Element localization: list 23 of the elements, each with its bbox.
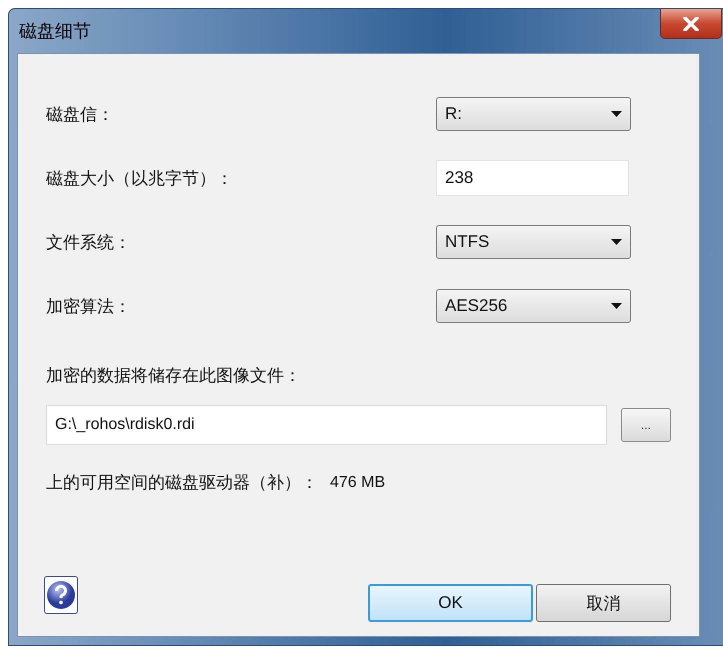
image-file-field[interactable]: G:\_rohos\rdisk0.rdi [46,405,607,445]
free-space-label: 上的可用空间的磁盘驱动器（补）： [46,472,318,494]
dropdown[interactable]: R: [436,97,631,131]
free-space-value: 476 MB [330,474,386,492]
image-file-label: 加密的数据将储存在此图像文件： [46,365,302,387]
default-button[interactable]: OK [368,584,533,622]
help-button[interactable] [44,576,78,614]
field-label: 加密算法： [46,296,132,318]
dropdown-arrow-icon [611,111,622,117]
input-field[interactable]: 238 [436,160,629,196]
dropdown[interactable]: AES256 [436,289,631,323]
dialog-button[interactable]: 取消 [536,584,671,622]
field-label: 文件系统： [46,232,132,254]
dropdown-arrow-icon [611,239,622,245]
field-label: 磁盘信： [46,104,115,126]
dropdown-arrow-icon [611,303,622,309]
help-icon [46,580,76,610]
close-button[interactable] [660,9,722,39]
dropdown[interactable]: NTFS [436,225,631,259]
field-label: 磁盘大小（以兆字节）： [46,168,234,190]
close-icon [683,16,699,30]
window-title: 磁盘细节 [18,20,91,43]
browse-button[interactable]: ... [620,408,671,442]
